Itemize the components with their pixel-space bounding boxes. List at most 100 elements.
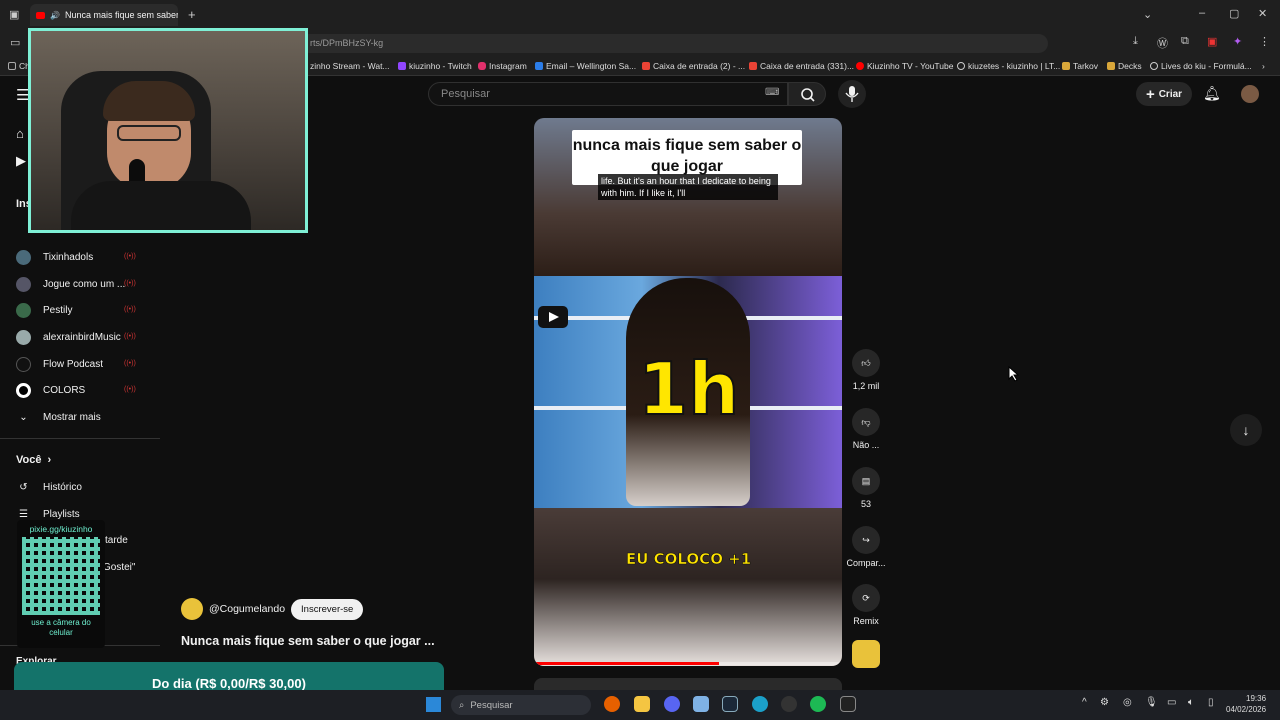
sidebar-channel[interactable]: Jogue como um ... (16, 274, 125, 294)
bookmark-item[interactable]: Instagram (478, 61, 527, 71)
remix-button[interactable]: ⟳ Remix (846, 584, 886, 626)
sidebar-item-history[interactable]: ↺ Histórico (16, 477, 82, 497)
shorts-icon[interactable]: ▶ (16, 153, 26, 169)
battery-icon[interactable]: ▯ (1208, 697, 1214, 708)
shorts-player[interactable]: nunca mais fique sem saber o que jogar l… (534, 118, 842, 666)
you-section-heading[interactable]: Você › (16, 450, 51, 470)
download-icon[interactable]: ⤓ (1133, 35, 1138, 48)
bookmark-folder[interactable]: Tarkov (1062, 61, 1098, 71)
channel-avatar (16, 276, 31, 292)
bookmark-item[interactable]: Kiuzinho TV - YouTube (856, 61, 953, 71)
channel-avatar (16, 356, 31, 372)
bookmark-item[interactable]: Caixa de entrada (331)... (749, 61, 854, 71)
clock-time: 19:36 (1246, 694, 1267, 703)
volume-icon[interactable]: 🔈︎ (1188, 697, 1194, 708)
liked-videos-label[interactable]: Gostei" (103, 562, 135, 573)
share-button[interactable]: ↪ Compar... (846, 526, 886, 568)
thumbs-up-icon: 👍︎ (852, 349, 880, 377)
channel-avatar (16, 249, 31, 265)
sidebar-toggle-icon[interactable]: ▭ (10, 36, 20, 49)
bookmark-item[interactable]: Email – Wellington Sa... (535, 61, 636, 71)
keyboard-icon[interactable]: ⌨ (765, 87, 779, 98)
firefox-icon[interactable] (604, 696, 620, 712)
home-icon[interactable]: ⌂ (16, 126, 24, 141)
browser-tab-active[interactable]: 🔊 Nunca mais fique sem saber ✕ (30, 4, 178, 26)
channel-name: Flow Podcast (43, 358, 104, 370)
extensions-icon[interactable]: ⧉ (1181, 35, 1189, 48)
bookmark-item[interactable]: kiuzetes - kiuzinho | LT... (957, 61, 1060, 71)
taskbar-search-placeholder: Pesquisar (470, 699, 513, 711)
taskbar-search[interactable]: ⌕ Pesquisar (451, 695, 591, 715)
maximize-icon[interactable]: ▢ (1229, 7, 1239, 20)
comments-button[interactable]: ▤ 53 (846, 467, 886, 509)
gmail-icon (749, 62, 757, 70)
tray-app-icon[interactable]: ⚙ (1100, 697, 1109, 708)
youtube-favicon-icon (36, 11, 45, 19)
show-more-button[interactable]: ⌄ Mostrar mais (16, 407, 101, 427)
bookmark-item[interactable]: Lives do kiu - Formulá... (1150, 61, 1252, 71)
tab-actions-icon[interactable]: ▣ (9, 8, 19, 21)
minimize-icon[interactable]: – (1199, 7, 1205, 19)
bookmark-apps[interactable]: Ch (8, 61, 30, 71)
dislike-button[interactable]: 👎︎ Não ... (846, 408, 886, 450)
watch-later-label[interactable]: tarde (105, 535, 128, 546)
notifications-bell-icon[interactable]: 🔔︎ (1203, 85, 1221, 102)
subscribe-button[interactable]: Inscrever-se (291, 598, 364, 620)
sound-source-thumbnail[interactable] (852, 640, 880, 668)
windows-start-icon[interactable] (426, 697, 441, 712)
tray-overflow-icon[interactable]: ^ (1082, 697, 1087, 708)
sidebar-channel[interactable]: Pestily (16, 300, 72, 320)
more-bookmarks-icon[interactable]: › (1262, 61, 1265, 71)
you-label: Você (16, 454, 42, 466)
chevron-right-icon: › (47, 454, 52, 466)
like-button[interactable]: 👍︎ 1,2 mil (846, 349, 886, 391)
search-input[interactable]: Pesquisar (428, 82, 788, 106)
sidebar-channel[interactable]: alexrainbirdMusic (16, 327, 121, 347)
discord-icon[interactable] (664, 696, 680, 712)
comment-icon: ▤ (852, 467, 880, 495)
video-progress-bar[interactable] (534, 662, 842, 665)
short-title[interactable]: Nunca mais fique sem saber o que jogar .… (181, 634, 435, 648)
search-button[interactable] (788, 82, 826, 106)
arrow-down-icon: ↓ (1242, 422, 1250, 438)
bookmark-label: kiuzinho - Twitch (409, 61, 472, 71)
tab-search-icon[interactable]: ⌄ (1143, 8, 1152, 21)
spotify-icon[interactable] (810, 696, 826, 712)
network-icon[interactable]: ▭ (1167, 697, 1176, 708)
next-short-button[interactable]: ↓ (1230, 414, 1262, 446)
extension-purple-icon[interactable]: ✦ (1233, 35, 1242, 48)
browser-menu-icon[interactable]: ⋮ (1259, 35, 1270, 48)
tray-mic-icon[interactable]: 🎙︎ (1145, 697, 1158, 708)
extension-badge-icon[interactable]: ▣ (1207, 35, 1217, 48)
tray-app-icon[interactable]: ◎ (1123, 697, 1132, 708)
url-field[interactable]: rts/DPmBHzSY-kg (300, 34, 1048, 53)
sidebar-channel[interactable]: Tixinhadols (16, 247, 93, 267)
epic-games-icon[interactable] (840, 696, 856, 712)
qr-overlay: pixie.gg/kiuzinho use a câmera do celula… (17, 520, 105, 648)
channel-avatar[interactable] (181, 598, 203, 620)
channel-row: @Cogumelando Inscrever-se (181, 598, 364, 620)
dislike-label: Não ... (852, 440, 880, 450)
close-window-icon[interactable]: ✕ (1258, 7, 1267, 20)
bookmark-item[interactable]: zinho Stream - Wat... (310, 61, 390, 71)
channel-handle[interactable]: @Cogumelando (209, 603, 285, 615)
sidebar-divider (0, 438, 160, 439)
new-tab-icon[interactable]: + (188, 7, 196, 22)
steam-icon[interactable] (722, 696, 738, 712)
globe-icon (957, 62, 965, 70)
plus-icon: + (1145, 85, 1155, 103)
notepad-icon[interactable] (693, 696, 709, 712)
bookmark-folder[interactable]: Decks (1107, 61, 1142, 71)
bookmark-item[interactable]: Caixa de entrada (2) - ... (642, 61, 745, 71)
extension-w-icon[interactable]: Ⓦ (1157, 35, 1168, 51)
sidebar-channel[interactable]: COLORS (16, 380, 85, 400)
sidebar-channel[interactable]: Flow Podcast (16, 354, 103, 374)
create-button[interactable]: + Criar (1136, 82, 1192, 106)
voice-search-button[interactable] (838, 80, 866, 108)
file-explorer-icon[interactable] (634, 696, 650, 712)
account-avatar[interactable] (1241, 85, 1259, 103)
edge-icon[interactable] (752, 696, 768, 712)
taskbar-clock[interactable]: 19:36 04/02/2026 (1226, 693, 1266, 715)
obs-icon[interactable] (781, 696, 797, 712)
bookmark-item[interactable]: kiuzinho - Twitch (398, 61, 472, 71)
